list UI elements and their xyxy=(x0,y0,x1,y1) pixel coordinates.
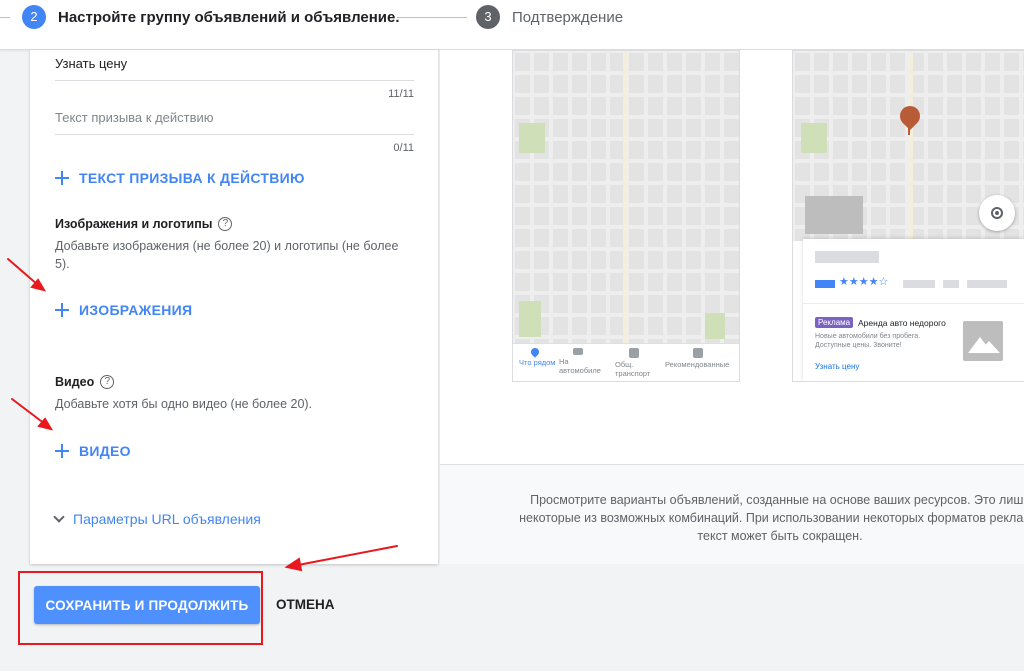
image-placeholder-icon xyxy=(963,321,1003,361)
stepper-connector xyxy=(0,17,10,18)
title-placeholder xyxy=(815,251,879,263)
step-number-next: 3 xyxy=(476,5,500,29)
preview-note-line: Просмотрите варианты объявлений, созданн… xyxy=(530,493,1024,507)
rating-stars: ★★★★☆ xyxy=(839,275,889,288)
cta-text-input[interactable]: Текст призыва к действию xyxy=(55,110,214,125)
add-video-button[interactable]: ВИДЕО xyxy=(55,443,131,459)
nav-item-label: На автомобиле xyxy=(559,357,601,375)
chevron-down-icon xyxy=(53,511,65,523)
help-icon[interactable]: ? xyxy=(100,375,115,389)
text-placeholder xyxy=(943,280,959,288)
map-pin-tail xyxy=(908,123,910,135)
plus-icon xyxy=(55,171,69,185)
ad-form-card: Узнать цену 11/11 Текст призыва к действ… xyxy=(30,50,438,564)
add-cta-button[interactable]: ТЕКСТ ПРИЗЫВА К ДЕЙСТВИЮ xyxy=(55,170,305,186)
ad-preview-panel: Что рядом На автомобиле Общ. транспорт Р… xyxy=(439,50,1024,564)
help-icon[interactable]: ? xyxy=(218,217,233,231)
nav-item-label: Что рядом xyxy=(519,358,556,367)
nav-item-nearby[interactable]: Что рядом xyxy=(519,346,556,367)
video-section-title: Видео ? xyxy=(55,375,115,389)
video-description: Добавьте хотя бы одно видео (не более 20… xyxy=(55,397,313,411)
transit-icon xyxy=(629,348,639,358)
map-background xyxy=(513,51,739,343)
stepper-connector xyxy=(397,17,467,18)
ad-description: Новые автомобили без пробега. Доступные … xyxy=(815,333,921,349)
save-and-continue-button[interactable]: СОХРАНИТЬ И ПРОДОЛЖИТЬ xyxy=(34,586,260,624)
add-images-label: ИЗОБРАЖЕНИЯ xyxy=(79,302,193,318)
input-underline xyxy=(55,80,414,81)
place-thumbnail xyxy=(805,196,863,234)
video-title-text: Видео xyxy=(55,375,95,389)
maps-bottom-nav: Что рядом На автомобиле Общ. транспорт Р… xyxy=(513,343,739,381)
step-title-active: Настройте группу объявлений и объявление… xyxy=(58,9,400,26)
step-title-next: Подтверждение xyxy=(512,9,624,26)
nav-item-recommended[interactable]: Рекомендованные xyxy=(665,348,729,369)
ad-badge: Реклама xyxy=(815,317,854,328)
step-number-active: 2 xyxy=(22,5,46,29)
text-placeholder xyxy=(967,280,1007,288)
my-location-button[interactable] xyxy=(979,195,1015,231)
cancel-button[interactable]: ОТМЕНА xyxy=(276,597,335,612)
phone-preview-ad[interactable]: ★★★★☆ Реклама Аренда авто недорого Новые… xyxy=(792,50,1024,382)
cta-text-char-count: 0/11 xyxy=(393,142,414,154)
cta-char-count: 11/11 xyxy=(388,88,414,100)
images-description: Добавьте изображения (не более 20) и лог… xyxy=(55,239,399,271)
url-params-toggle[interactable]: Параметры URL объявления xyxy=(53,511,261,527)
phone-preview-maps[interactable]: Что рядом На автомобиле Общ. транспорт Р… xyxy=(512,50,740,382)
nav-item-driving[interactable]: На автомобиле xyxy=(559,348,601,375)
crosshair-icon xyxy=(991,207,1003,219)
preview-note-line: текст может быть сокращен. xyxy=(697,529,863,543)
preview-note-line: некоторые из возможных комбинаций. При и… xyxy=(519,511,1024,525)
divider xyxy=(803,303,1024,304)
input-underline xyxy=(55,134,414,135)
place-icon xyxy=(529,346,541,358)
nav-item-label: Рекомендованные xyxy=(665,360,730,369)
add-video-label: ВИДЕО xyxy=(79,443,131,459)
add-images-button[interactable]: ИЗОБРАЖЕНИЯ xyxy=(55,302,192,318)
preview-footer: Просмотрите варианты объявлений, созданн… xyxy=(440,464,1024,564)
images-section-title: Изображения и логотипы ? xyxy=(55,217,233,231)
ad-headline: Аренда авто недорого xyxy=(858,318,946,328)
car-icon xyxy=(573,348,583,355)
url-params-label: Параметры URL объявления xyxy=(73,511,261,527)
add-cta-label: ТЕКСТ ПРИЗЫВА К ДЕЙСТВИЮ xyxy=(79,170,305,186)
rating-chip xyxy=(815,280,835,288)
nav-item-label: Общ. транспорт xyxy=(615,360,651,378)
place-info-card[interactable]: ★★★★☆ Реклама Аренда авто недорого Новые… xyxy=(803,239,1024,381)
ad-cta-link[interactable]: Узнать цену xyxy=(815,362,859,371)
images-title-text: Изображения и логотипы xyxy=(55,217,213,231)
preview-note: Просмотрите варианты объявлений, созданн… xyxy=(440,491,1024,545)
nav-item-transit[interactable]: Общ. транспорт xyxy=(615,348,661,378)
plus-icon xyxy=(55,444,69,458)
plus-box-icon xyxy=(693,348,703,358)
text-placeholder xyxy=(903,280,935,288)
plus-icon xyxy=(55,303,69,317)
cta-input[interactable]: Узнать цену xyxy=(55,56,127,71)
stepper-bar: 2 Настройте группу объявлений и объявлен… xyxy=(0,0,1024,50)
